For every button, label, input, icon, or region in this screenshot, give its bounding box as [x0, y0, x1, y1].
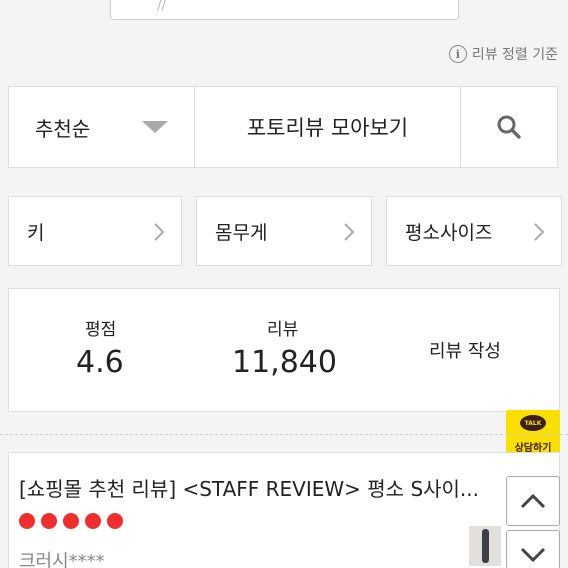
- chevron-down-icon: [520, 547, 546, 563]
- weight-filter-chip[interactable]: 몸무게: [196, 196, 372, 266]
- height-filter-label: 키: [27, 221, 45, 244]
- chevron-right-icon: [344, 223, 355, 241]
- talk-bubble-icon: TALK: [520, 415, 546, 431]
- review-count-label: 리뷰: [267, 320, 299, 340]
- star-rating: [19, 513, 123, 529]
- rating-label: 평점: [85, 320, 117, 340]
- write-review-button[interactable]: 리뷰 작성: [429, 337, 501, 363]
- chevron-up-icon: [520, 493, 546, 509]
- review-card[interactable]: [쇼핑몰 추천 리뷰] <STAFF REVIEW> 평소 S사이... 크러시…: [8, 452, 560, 568]
- height-filter-chip[interactable]: 키: [8, 196, 182, 266]
- scroll-to-bottom-button[interactable]: [506, 530, 560, 568]
- rating-dot-icon: [85, 513, 101, 529]
- scroll-to-top-button[interactable]: [506, 476, 560, 526]
- rating-dot-icon: [63, 513, 79, 529]
- review-search-button[interactable]: [461, 87, 557, 167]
- photo-review-gallery-label: 포토리뷰 모아보기: [246, 116, 409, 140]
- rating-dot-icon: [19, 513, 35, 529]
- sort-dropdown[interactable]: 추천순: [9, 87, 195, 167]
- chevron-right-icon: [154, 223, 165, 241]
- caret-down-icon: [142, 121, 168, 133]
- review-title: [쇼핑몰 추천 리뷰] <STAFF REVIEW> 평소 S사이...: [19, 477, 480, 501]
- rating-dot-icon: [107, 513, 123, 529]
- review-photo-thumbnail[interactable]: [469, 526, 501, 566]
- search-field-partial-text: //: [157, 0, 166, 14]
- review-summary-panel: 평점 4.6 리뷰 11,840 리뷰 작성: [8, 288, 560, 412]
- top-search-field[interactable]: //: [110, 0, 459, 20]
- review-sort-criteria-label: 리뷰 정렬 기준: [471, 47, 558, 63]
- photo-review-gallery-button[interactable]: 포토리뷰 모아보기: [195, 87, 461, 167]
- review-sort-criteria-link[interactable]: i 리뷰 정렬 기준: [448, 44, 558, 64]
- thumbnail-figure: [482, 529, 489, 563]
- rating-dot-icon: [41, 513, 57, 529]
- usual-size-filter-label: 평소사이즈: [405, 221, 493, 244]
- reviewer-name: 크러시****: [19, 551, 105, 568]
- review-filter-bar: 추천순 포토리뷰 모아보기: [8, 86, 558, 168]
- info-icon: i: [448, 45, 467, 63]
- rating-value: 4.6: [76, 345, 124, 380]
- chevron-right-icon: [534, 223, 545, 241]
- section-divider: [0, 434, 568, 435]
- weight-filter-label: 몸무게: [215, 221, 268, 244]
- usual-size-filter-chip[interactable]: 평소사이즈: [386, 196, 562, 266]
- sort-dropdown-label: 추천순: [35, 116, 91, 141]
- review-count-value: 11,840: [232, 345, 337, 380]
- search-icon: [497, 115, 521, 139]
